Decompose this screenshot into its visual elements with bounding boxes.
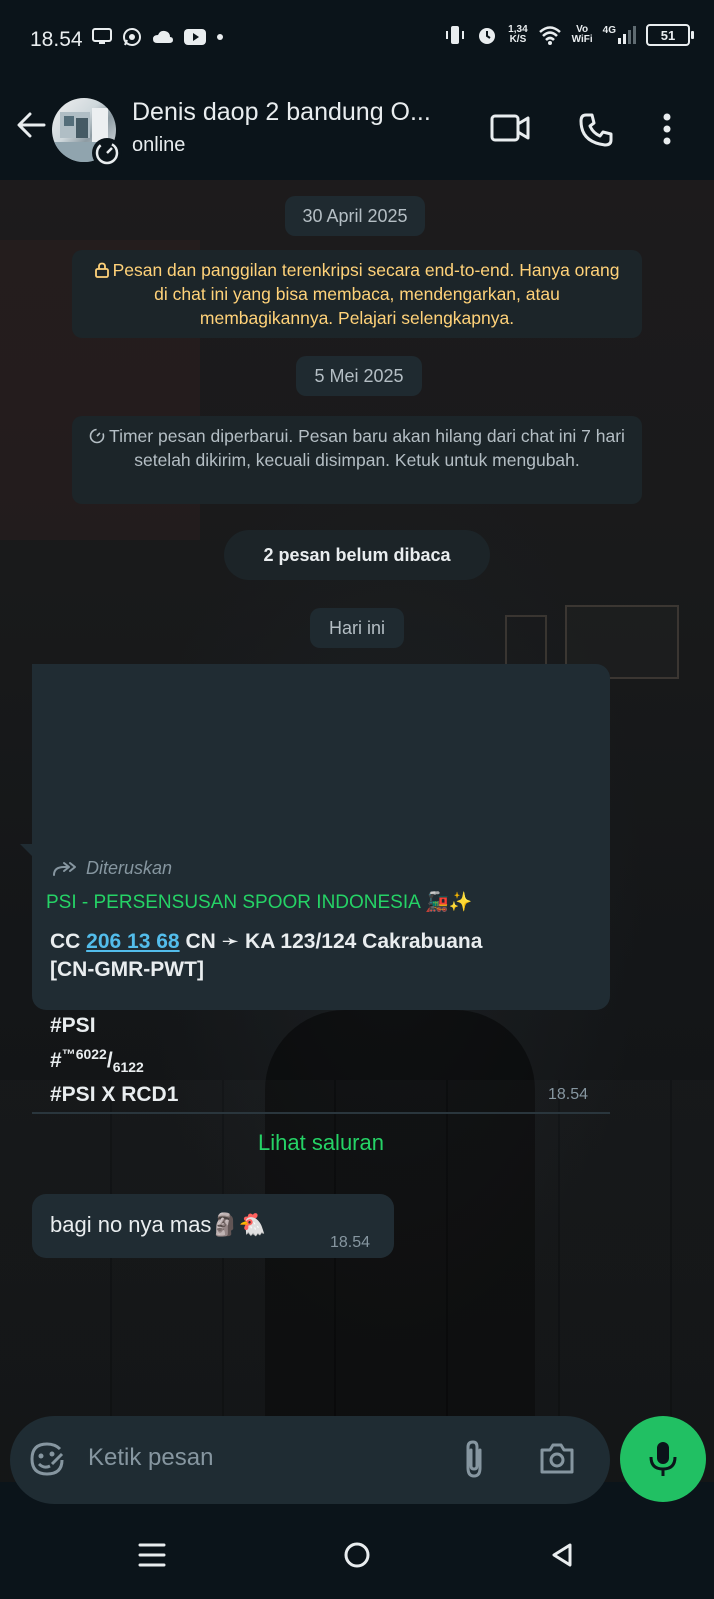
- nav-back-button[interactable]: [550, 1542, 574, 1573]
- timer-icon: [89, 428, 105, 444]
- date-chip: 5 Mei 2025: [296, 356, 422, 396]
- status-bar: 18.54 1,34 K/S Vo WiFi 4G 51: [0, 0, 714, 80]
- forward-icon: [53, 861, 76, 876]
- video-call-button[interactable]: [490, 112, 530, 149]
- emoji-icon: [30, 1442, 64, 1476]
- unread-indicator: 2 pesan belum dibaca: [224, 530, 490, 580]
- contact-name[interactable]: Denis daop 2 bandung O...: [132, 98, 452, 127]
- more-options-button[interactable]: [662, 112, 672, 151]
- dot-icon: [217, 34, 223, 40]
- more-vert-icon: [663, 113, 671, 145]
- signal-icon: 4G: [603, 26, 636, 44]
- camera-button[interactable]: [538, 1440, 576, 1481]
- message-text: bagi no nya mas🗿🐔: [50, 1212, 267, 1237]
- nav-home-icon: [344, 1542, 370, 1568]
- encryption-text: Pesan dan panggilan terenkripsi secara e…: [112, 260, 620, 328]
- encryption-notice[interactable]: Pesan dan panggilan terenkripsi secara e…: [72, 250, 642, 338]
- vowifi-label: Vo WiFi: [571, 24, 593, 45]
- forwarded-message-text: CC 206 13 68 CN ➛ KA 123/124 Cakrabuana …: [50, 930, 483, 1107]
- message-time: 18.54: [330, 1234, 371, 1251]
- vibrate-icon: [446, 26, 465, 44]
- notification-icons: [92, 27, 224, 47]
- chat-area[interactable]: 30 April 2025 Pesan dan panggilan terenk…: [0, 180, 714, 1482]
- nav-back-icon: [552, 1543, 572, 1567]
- screen-icon: [92, 28, 112, 44]
- voice-message-button[interactable]: [620, 1416, 706, 1502]
- camera-icon: [540, 1443, 574, 1474]
- status-time: 18.54: [30, 28, 83, 51]
- chat-header: Denis daop 2 bandung O... online: [0, 80, 714, 180]
- alarm-icon: [479, 28, 496, 44]
- message-input[interactable]: Ketik pesan: [88, 1444, 213, 1472]
- cloud-icon: [153, 30, 173, 43]
- nav-menu-icon: [138, 1543, 166, 1567]
- status-ring: [92, 138, 122, 168]
- emoji-button[interactable]: [28, 1440, 66, 1483]
- view-channel-button[interactable]: Lihat saluran: [32, 1120, 610, 1166]
- lock-icon: [94, 262, 109, 278]
- phone-icon: [579, 113, 613, 147]
- youtube-icon: [184, 29, 206, 45]
- channel-name[interactable]: PSI - PERSENSUSAN SPOOR INDONESIA 🚂✨: [46, 890, 472, 914]
- system-nav-bar: [0, 1512, 714, 1599]
- bubble-divider: [32, 1112, 610, 1114]
- back-button[interactable]: [14, 108, 48, 147]
- contact-status: online: [132, 134, 186, 156]
- battery-indicator: 51: [646, 24, 694, 46]
- date-chip: Hari ini: [310, 608, 404, 648]
- whatsapp-icon: [123, 28, 141, 46]
- message-time: 18.54: [548, 1086, 589, 1103]
- nav-menu-button[interactable]: [138, 1542, 166, 1573]
- date-chip: 30 April 2025: [285, 196, 425, 236]
- mic-icon: [649, 1442, 677, 1476]
- phone-number-link[interactable]: 206 13 68: [86, 930, 179, 953]
- system-icons: 1,34 K/S Vo WiFi 4G 51: [444, 24, 694, 46]
- voice-call-button[interactable]: [578, 112, 614, 153]
- back-arrow-icon: [17, 112, 46, 138]
- video-call-icon: [490, 114, 530, 142]
- timer-notice[interactable]: Timer pesan diperbarui. Pesan baru akan …: [72, 416, 642, 504]
- wifi-icon: [538, 26, 561, 45]
- attach-icon: [466, 1440, 482, 1478]
- message-composer[interactable]: Ketik pesan: [10, 1416, 610, 1504]
- nav-home-button[interactable]: [344, 1542, 370, 1573]
- timer-text: Timer pesan diperbarui. Pesan baru akan …: [109, 426, 625, 470]
- forwarded-label: Diteruskan: [52, 858, 172, 879]
- net-speed: 1,34 K/S: [508, 24, 528, 45]
- bubble-tail: [20, 844, 34, 858]
- timer-badge-icon: [95, 141, 119, 165]
- attach-button[interactable]: [462, 1438, 486, 1485]
